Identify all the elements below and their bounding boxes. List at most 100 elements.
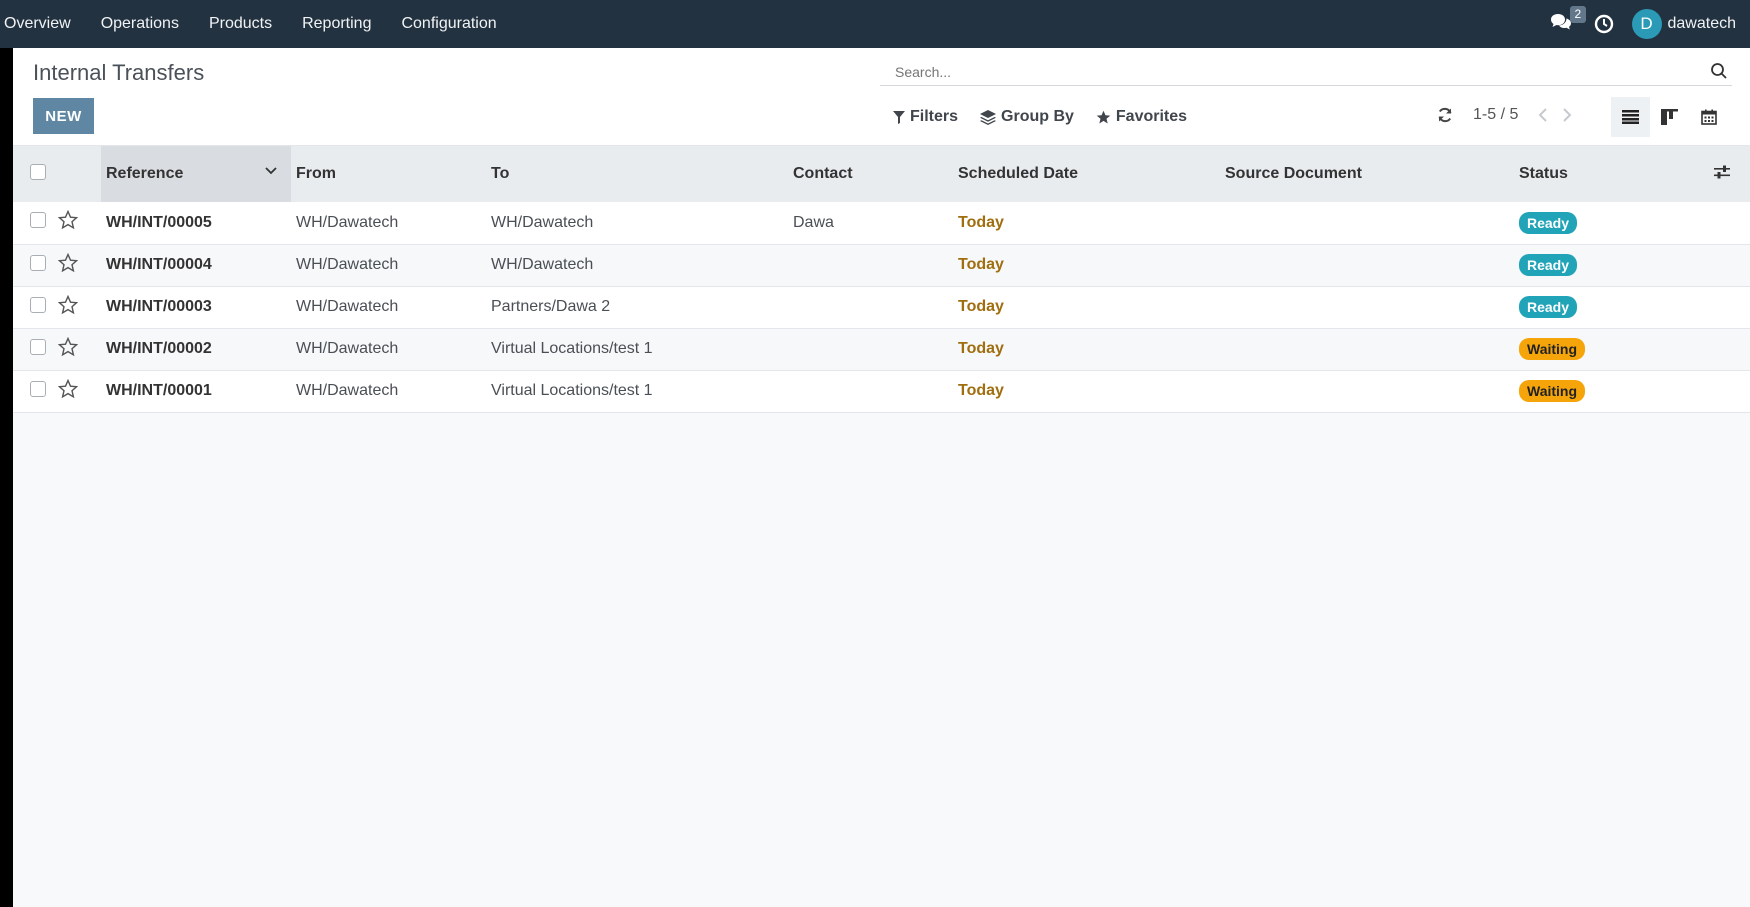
user-name: dawatech	[1667, 15, 1737, 32]
row-checkbox[interactable]	[30, 338, 46, 355]
header-reference[interactable]: Reference	[101, 146, 291, 202]
star-outline-icon[interactable]	[57, 378, 79, 399]
cell-from: WH/Dawatech	[296, 256, 399, 273]
row-checkbox[interactable]	[30, 380, 46, 397]
page-title: Internal Transfers	[33, 60, 205, 85]
cell-reference: WH/INT/00002	[106, 340, 212, 357]
kanban-view-button[interactable]	[1650, 97, 1689, 137]
table-row[interactable]: WH/INT/00004 WH/Dawatech WH/Dawatech Tod…	[13, 244, 1750, 286]
cell-source-document	[1220, 286, 1514, 328]
search-bar	[880, 58, 1732, 86]
favorite-cell	[53, 328, 101, 370]
row-select-cell	[13, 328, 53, 370]
transfers-list: Reference From To Contact Scheduled Date…	[13, 146, 1750, 413]
calendar-icon	[1700, 109, 1717, 125]
cell-source-document	[1220, 370, 1514, 412]
chevron-right-icon[interactable]	[1562, 107, 1572, 123]
groupby-button[interactable]: Group By	[980, 108, 1074, 126]
cell-reference: WH/INT/00004	[106, 256, 212, 273]
cell-contact	[788, 244, 953, 286]
header-source-document[interactable]: Source Document	[1220, 146, 1514, 202]
cell-status: Ready	[1514, 202, 1694, 244]
header-contact[interactable]: Contact	[788, 146, 953, 202]
clock-icon[interactable]	[1594, 14, 1614, 34]
favorite-cell	[53, 286, 101, 328]
cell-scheduled-date: Today	[958, 298, 1004, 315]
row-select-cell	[13, 370, 53, 412]
chat-icon	[1550, 14, 1571, 30]
star-outline-icon[interactable]	[57, 210, 79, 230]
main-menu: Overview Operations Products Reporting C…	[0, 0, 527, 48]
cell-from: WH/Dawatech	[296, 382, 399, 399]
cell-source-document	[1220, 244, 1514, 286]
row-end-cell	[1694, 370, 1750, 412]
new-button[interactable]: NEW	[33, 98, 94, 134]
table-row[interactable]: WH/INT/00002 WH/Dawatech Virtual Locatio…	[13, 328, 1750, 370]
favorites-button[interactable]: Favorites	[1096, 108, 1187, 126]
filters-label: Filters	[910, 108, 959, 125]
menu-reporting[interactable]: Reporting	[302, 0, 386, 48]
status-badge: Waiting	[1519, 338, 1586, 360]
header-from[interactable]: From	[291, 146, 486, 202]
calendar-view-button[interactable]	[1689, 97, 1728, 137]
cell-from: WH/Dawatech	[296, 340, 399, 357]
row-select-cell	[13, 286, 53, 328]
avatar: D	[1631, 9, 1662, 39]
star-outline-icon[interactable]	[57, 252, 79, 273]
cell-to: Partners/Dawa 2	[491, 298, 611, 315]
cell-to: WH/Dawatech	[491, 256, 594, 273]
cell-contact	[788, 328, 953, 370]
row-select-cell	[13, 202, 53, 244]
list-view-button[interactable]	[1611, 97, 1650, 137]
pager-value[interactable]: 1-5 / 5	[1473, 106, 1518, 124]
user-menu[interactable]: D dawatech	[1631, 9, 1737, 39]
menu-configuration[interactable]: Configuration	[401, 0, 511, 48]
filter-icon	[893, 110, 905, 124]
favorites-label: Favorites	[1115, 108, 1188, 125]
row-end-cell	[1694, 202, 1750, 244]
menu-products[interactable]: Products	[209, 0, 287, 48]
table-row[interactable]: WH/INT/00003 WH/Dawatech Partners/Dawa 2…	[13, 286, 1750, 328]
header-to[interactable]: To	[486, 146, 788, 202]
star-outline-icon[interactable]	[57, 294, 79, 315]
control-panel: Internal Transfers NEW Filters	[13, 48, 1750, 146]
messages-button[interactable]: 2	[1550, 6, 1587, 36]
filters-button[interactable]: Filters	[893, 108, 958, 126]
star-outline-icon[interactable]	[57, 336, 79, 357]
row-checkbox[interactable]	[30, 212, 46, 229]
refresh-icon[interactable]	[1437, 107, 1453, 123]
optional-columns-toggle[interactable]	[1694, 146, 1750, 202]
search-input[interactable]	[880, 58, 1732, 85]
cell-status: Waiting	[1514, 328, 1694, 370]
table-row[interactable]: WH/INT/00001 WH/Dawatech Virtual Locatio…	[13, 370, 1750, 412]
row-end-cell	[1694, 244, 1750, 286]
cell-to: Virtual Locations/test 1	[491, 382, 653, 399]
cell-reference: WH/INT/00005	[106, 213, 212, 231]
favorite-cell	[53, 202, 101, 244]
cell-scheduled-date: Today	[958, 382, 1004, 399]
cell-contact	[788, 286, 953, 328]
app: Overview Operations Products Reporting C…	[0, 0, 1750, 907]
cell-reference: WH/INT/00003	[106, 298, 212, 315]
cell-contact	[788, 370, 953, 412]
cell-source-document	[1220, 328, 1514, 370]
favorite-cell	[53, 370, 101, 412]
chevron-left-icon[interactable]	[1538, 107, 1548, 123]
menu-operations[interactable]: Operations	[101, 0, 194, 48]
row-end-cell	[1694, 328, 1750, 370]
cell-status: Waiting	[1514, 370, 1694, 412]
row-checkbox[interactable]	[30, 296, 46, 313]
table-row[interactable]: WH/INT/00005 WH/Dawatech WH/Dawatech Daw…	[13, 202, 1750, 244]
status-badge: Waiting	[1519, 380, 1586, 402]
header-status[interactable]: Status	[1514, 146, 1694, 202]
cell-status: Ready	[1514, 286, 1694, 328]
select-all-checkbox[interactable]	[30, 163, 46, 180]
menu-overview[interactable]: Overview	[4, 0, 86, 48]
search-icon[interactable]	[1710, 62, 1728, 80]
header-scheduled-date[interactable]: Scheduled Date	[953, 146, 1220, 202]
cell-scheduled-date: Today	[958, 213, 1004, 231]
row-checkbox[interactable]	[30, 254, 46, 271]
header-reference-label: Reference	[106, 165, 184, 182]
list-icon	[1622, 110, 1639, 124]
chat-count-badge: 2	[1569, 6, 1587, 23]
